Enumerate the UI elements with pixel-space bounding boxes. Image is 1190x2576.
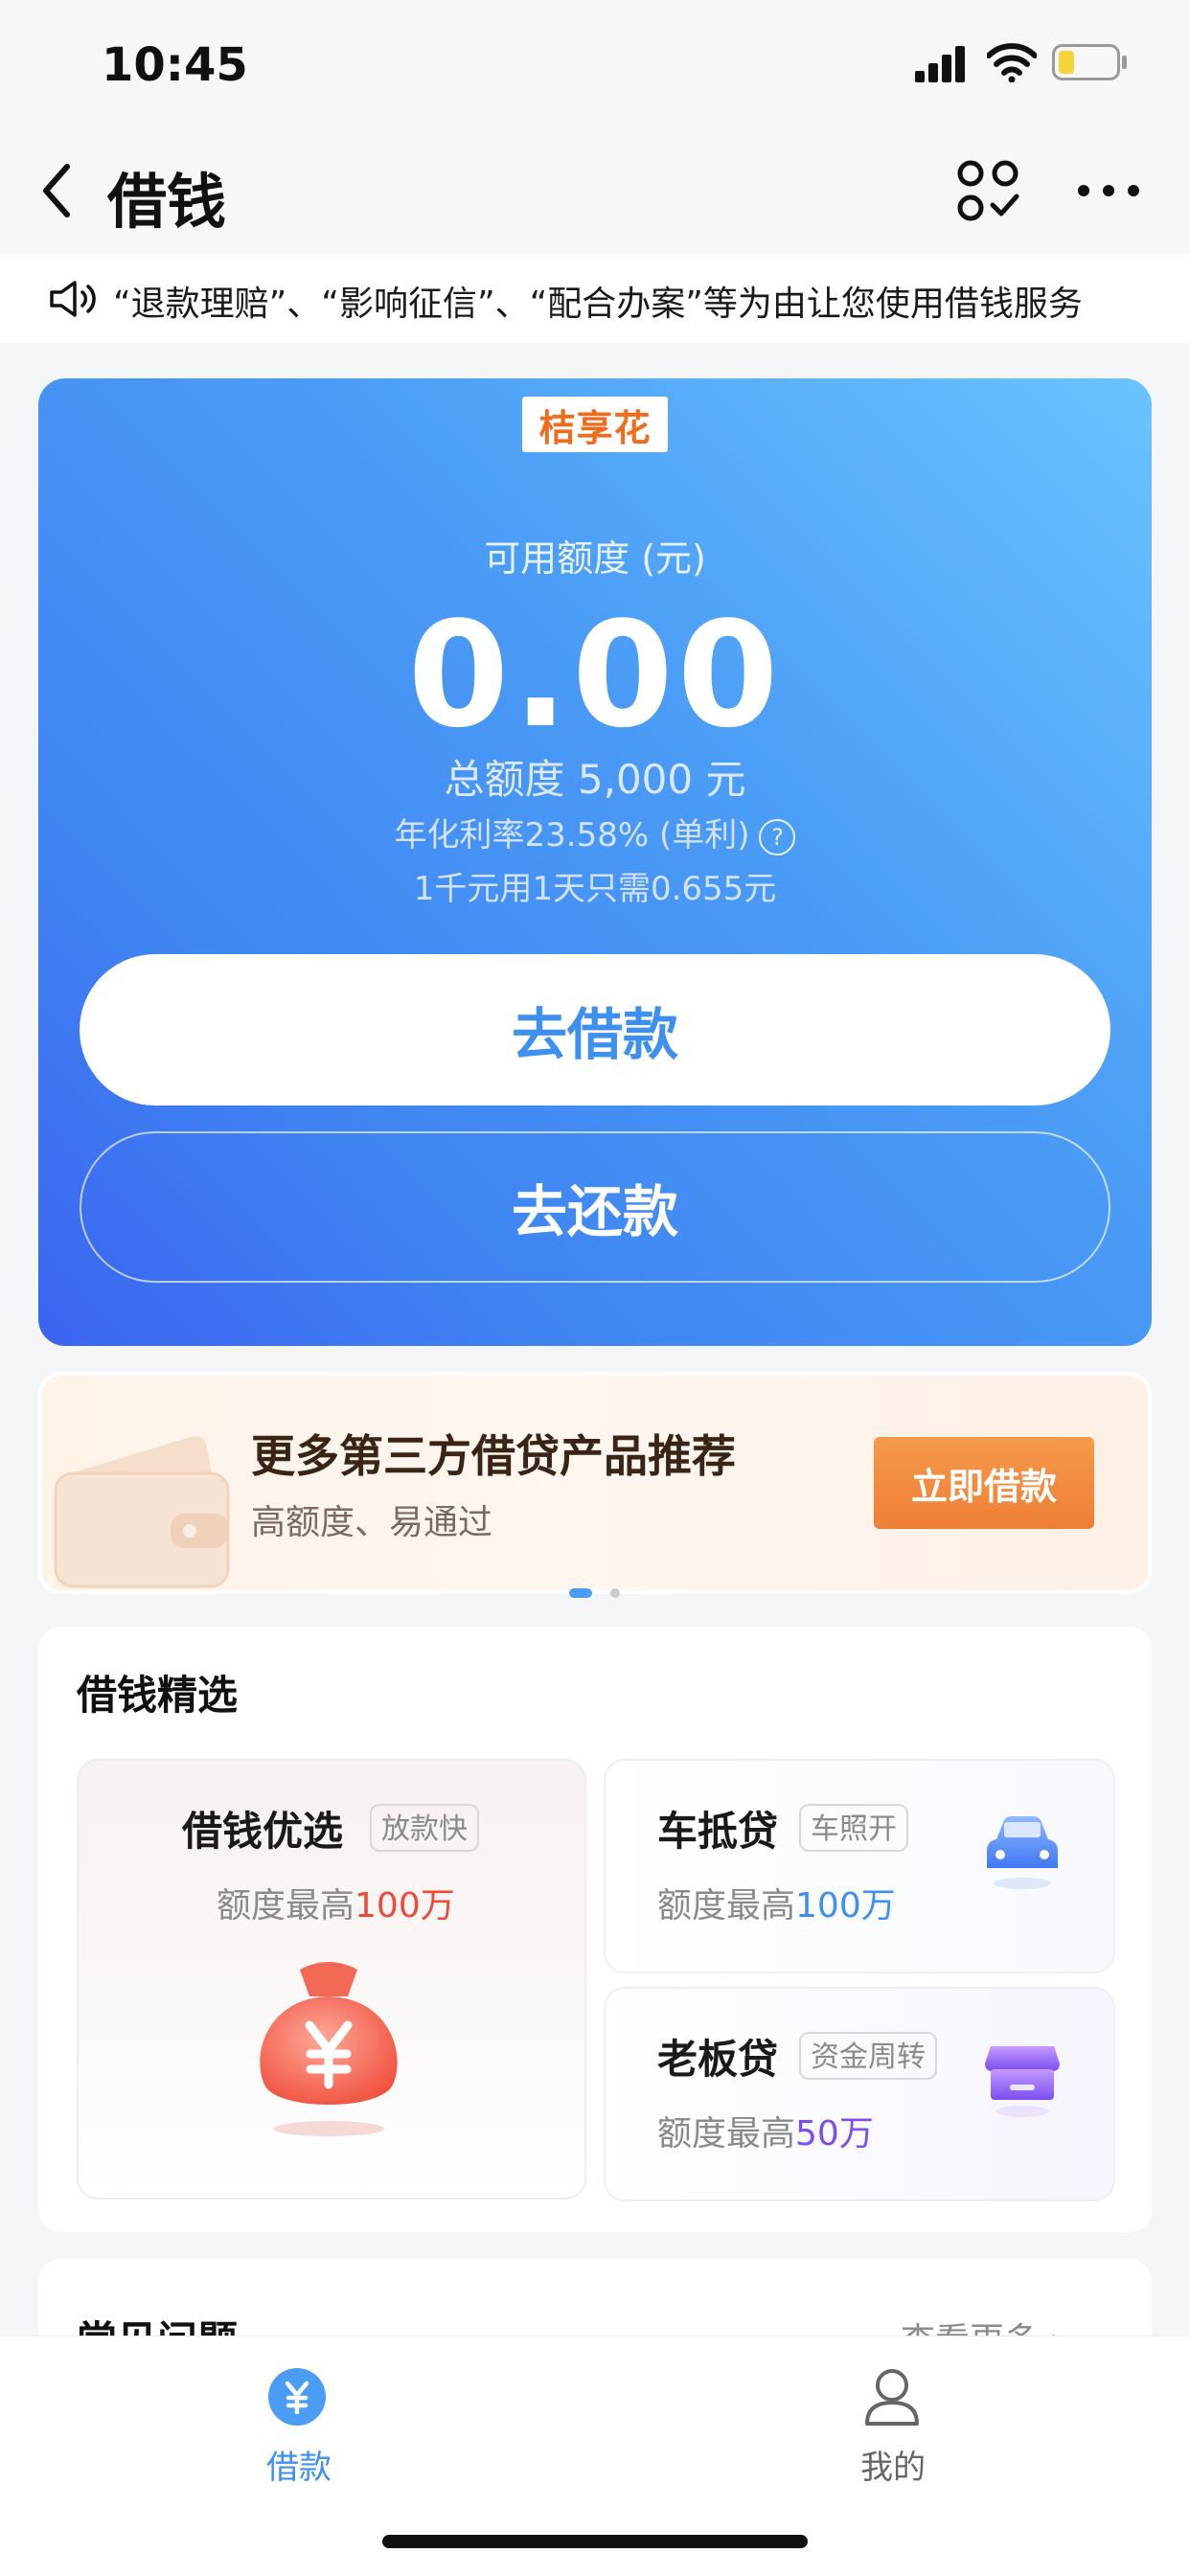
brand-logo: 桔享花 — [522, 397, 668, 452]
wifi-icon — [987, 43, 1037, 82]
speaker-icon — [50, 281, 96, 317]
pick-name: 车抵贷 — [657, 1808, 779, 1855]
home-indicator — [382, 2535, 808, 2548]
battery-icon — [1052, 44, 1127, 80]
carousel-dot-active[interactable] — [569, 1588, 592, 1598]
limit-value: 100万 — [795, 1886, 896, 1926]
total-credit: 总额度 5,000 元 — [444, 756, 746, 803]
shop-icon — [985, 2046, 1060, 2117]
more-icon[interactable] — [1075, 182, 1142, 199]
promo-borrow-button[interactable]: 立即借款 — [874, 1437, 1094, 1529]
borrow-button[interactable]: 去借款 — [80, 954, 1110, 1106]
cost-text: 1千元用1天只需0.655元 — [413, 870, 777, 908]
car-icon — [987, 1816, 1058, 1889]
limit-prefix: 额度最高 — [657, 1886, 796, 1926]
limit-value: 50万 — [795, 2114, 874, 2154]
promo-subtitle: 高额度、易通过 — [251, 1503, 493, 1542]
scan-icon[interactable] — [956, 159, 1019, 222]
pick-tag: 放款快 — [370, 1804, 479, 1852]
pick-tag: 资金周转 — [799, 2032, 937, 2080]
pick-limit: 额度最高100万 — [657, 1878, 896, 1927]
repay-button[interactable]: 去还款 — [80, 1131, 1110, 1283]
tab-mine[interactable]: 我的 — [860, 2441, 926, 2488]
pick-name: 借钱优选 — [182, 1808, 344, 1855]
limit-prefix: 额度最高 — [217, 1886, 355, 1926]
money-bag-icon — [260, 1962, 398, 2136]
pick-name: 老板贷 — [657, 2036, 779, 2083]
pick-tag: 车照开 — [799, 1804, 908, 1852]
rate-text: 年化利率23.58% (单利) — [394, 816, 750, 855]
promo-title: 更多第三方借贷产品推荐 — [251, 1430, 736, 1482]
pick-limit: 额度最高50万 — [657, 2106, 874, 2155]
status-time: 10:45 — [102, 38, 248, 92]
signal-icon — [915, 46, 965, 82]
available-amount: 0.00 — [407, 590, 783, 760]
pick-limit: 额度最高100万 — [217, 1878, 455, 1927]
notice-text: “退款理赔”、“影响征信”、“配合办案”等为由让您使用借钱服务 — [113, 285, 1083, 324]
limit-prefix: 额度最高 — [657, 2114, 796, 2154]
credit-label: 可用额度 (元) — [484, 537, 706, 580]
yuan-icon[interactable] — [268, 2368, 326, 2426]
user-icon[interactable] — [862, 2366, 922, 2428]
help-icon[interactable]: ? — [759, 818, 796, 855]
carousel-dot[interactable] — [610, 1588, 620, 1598]
tab-loan[interactable]: 借款 — [266, 2441, 332, 2488]
page-title: 借钱 — [107, 167, 227, 237]
picks-title: 借钱精选 — [77, 1672, 239, 1719]
wallet-icon — [54, 1436, 230, 1588]
limit-value: 100万 — [355, 1886, 455, 1926]
back-arrow-icon[interactable] — [38, 161, 77, 220]
rate-row: 年化利率23.58% (单利)? — [0, 809, 1190, 855]
